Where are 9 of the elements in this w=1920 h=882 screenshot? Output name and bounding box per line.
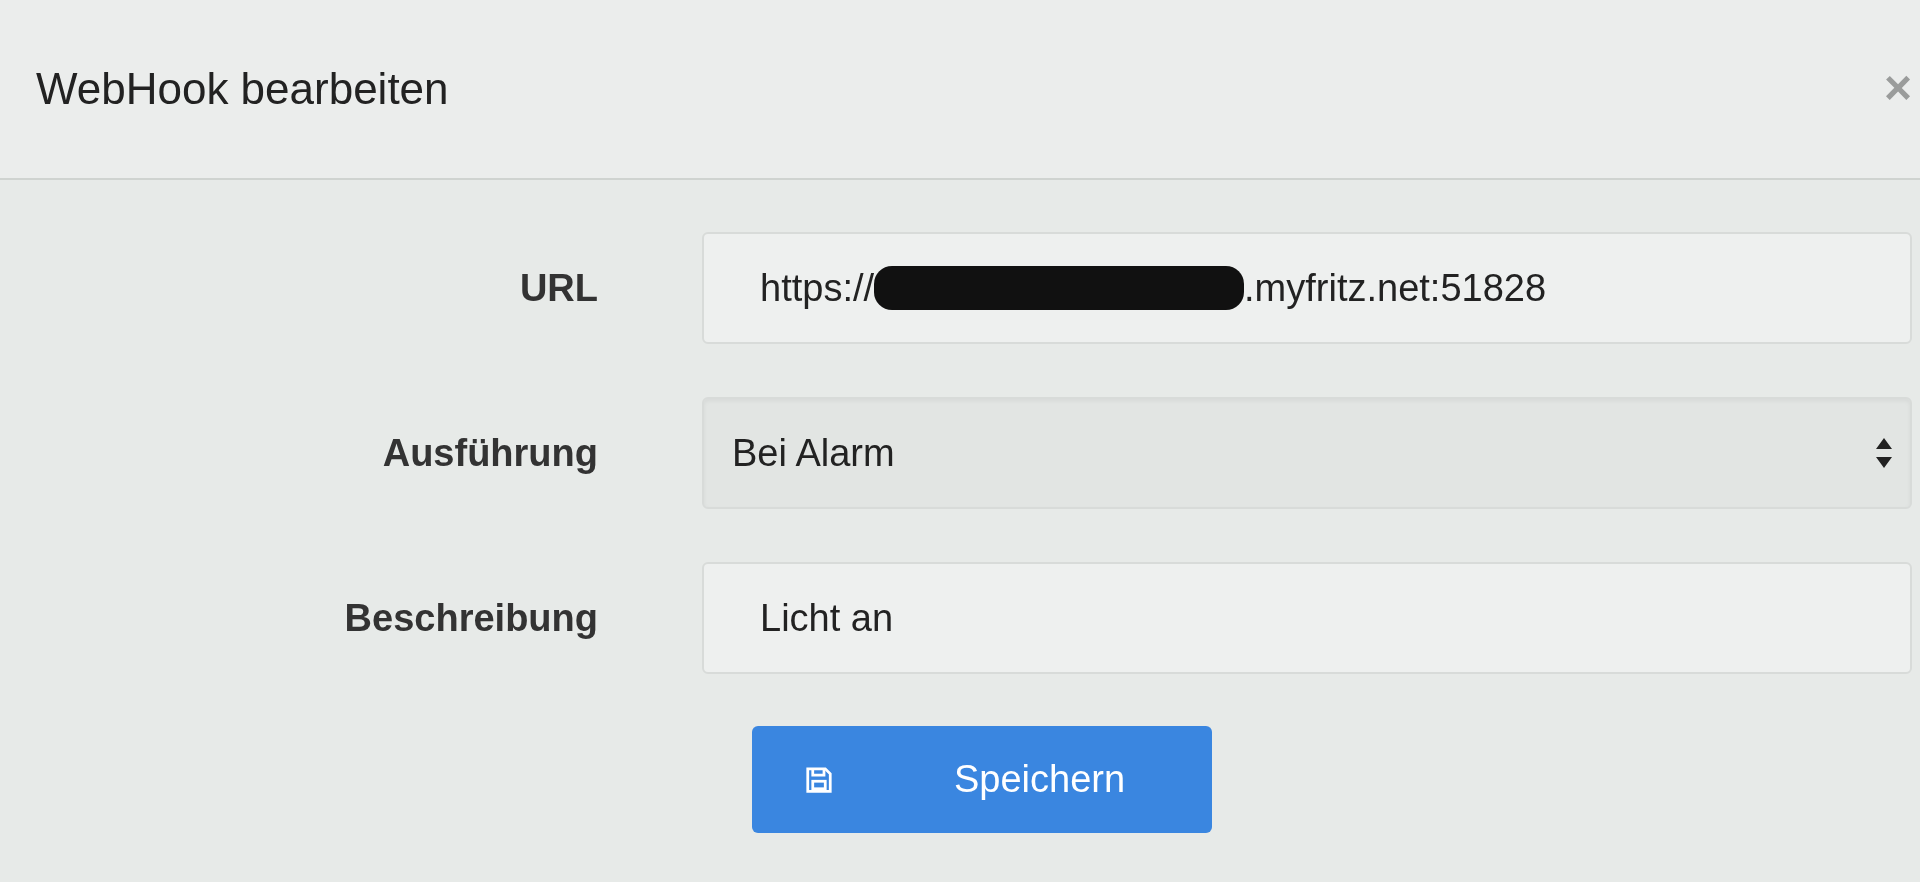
field-label: Ausführung [381,430,599,476]
url-field[interactable]: https:// .myfritz.net:51828 [702,232,1912,344]
up-down-arrows-icon [1874,436,1894,470]
execution-dropdown[interactable]: Bei Alarm [702,397,1912,509]
field-label: Beschreibung [343,595,599,641]
description-field[interactable]: Licht an [702,562,1912,674]
save-button[interactable]: Speichern [752,726,1212,833]
field-label: URL [518,265,599,311]
dialog-title: WebHook bearbeiten [36,63,449,115]
